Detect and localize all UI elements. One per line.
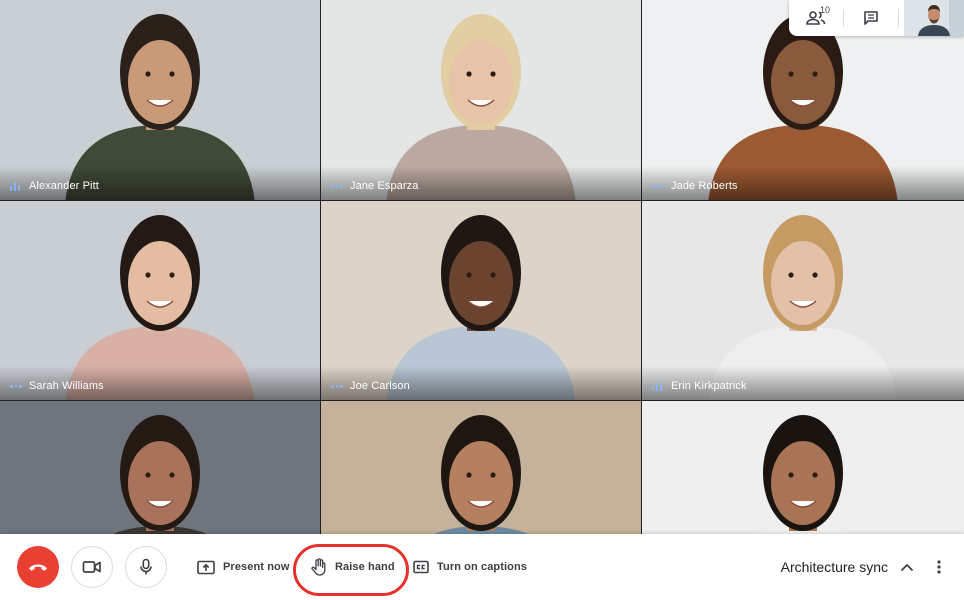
video-camera-icon: [82, 561, 101, 573]
video-feed: [642, 401, 964, 534]
more-options-button[interactable]: [929, 555, 949, 579]
video-feed: [321, 401, 641, 534]
meeting-details-button[interactable]: Architecture sync: [781, 534, 914, 600]
meeting-title: Architecture sync: [780, 559, 888, 575]
participant-tile[interactable]: Sarah Williams: [0, 201, 320, 400]
participant-tile[interactable]: [642, 401, 964, 534]
call-controls-bar: Present now Raise hand Turn on captions …: [0, 534, 964, 600]
participant-tile[interactable]: Erin Kirkpatrick: [642, 201, 964, 400]
participant-tile[interactable]: [0, 401, 320, 534]
participant-figure: [756, 415, 850, 534]
participant-name-tag: Jade Roberts: [652, 180, 738, 192]
participant-name: Jane Esparza: [350, 180, 419, 192]
audio-indicator-icon: [652, 181, 665, 191]
chat-button[interactable]: [844, 0, 898, 36]
microphone-toggle-button[interactable]: [125, 546, 167, 588]
chevron-up-icon: [900, 563, 914, 571]
camera-toggle-button[interactable]: [71, 546, 113, 588]
participant-tile[interactable]: [321, 401, 641, 534]
microphone-icon: [140, 558, 152, 575]
participant-name: Joe Carlson: [350, 380, 410, 392]
chat-icon: [864, 11, 878, 25]
participants-button[interactable]: 10: [789, 0, 843, 36]
participant-figure: [113, 415, 207, 534]
end-call-button[interactable]: [17, 546, 59, 588]
participant-name: Sarah Williams: [29, 380, 104, 392]
audio-indicator-icon: [331, 381, 344, 391]
divider: [898, 9, 899, 27]
participant-count: 10: [820, 5, 831, 15]
participant-name-tag: Joe Carlson: [331, 380, 410, 392]
audio-indicator-icon: [331, 181, 344, 191]
participant-name-tag: Alexander Pitt: [10, 180, 99, 192]
participant-name-tag: Erin Kirkpatrick: [652, 380, 747, 392]
present-now-label: Present now: [223, 561, 290, 573]
present-screen-icon: [197, 560, 215, 574]
top-right-panel: 10: [789, 0, 964, 36]
captions-label: Turn on captions: [437, 561, 528, 573]
participant-name: Erin Kirkpatrick: [671, 380, 747, 392]
captions-button[interactable]: Turn on captions: [413, 534, 527, 600]
audio-indicator-icon: [10, 381, 23, 391]
participant-name-tag: Jane Esparza: [331, 180, 418, 192]
participant-name: Jade Roberts: [671, 180, 738, 192]
participant-name: Alexander Pitt: [29, 180, 99, 192]
participant-tile[interactable]: Joe Carlson: [321, 201, 641, 400]
participant-tile[interactable]: Jane Esparza: [321, 0, 641, 200]
self-view-thumbnail[interactable]: [904, 0, 964, 36]
self-view-image: [904, 0, 964, 36]
audio-indicator-icon: [652, 381, 664, 391]
closed-captions-icon: [413, 560, 429, 574]
participant-name-tag: Sarah Williams: [10, 380, 104, 392]
audio-indicator-icon: [10, 181, 22, 191]
video-feed: [0, 401, 320, 534]
participant-grid: Alexander Pitt Jane Esparza Jade Roberts…: [0, 0, 964, 534]
more-vert-icon: [937, 560, 941, 574]
participant-tile[interactable]: Alexander Pitt: [0, 0, 320, 200]
raise-hand-highlight-annotation: [293, 544, 409, 596]
participant-figure: [434, 415, 528, 534]
end-call-icon: [29, 564, 47, 571]
present-now-button[interactable]: Present now: [197, 534, 290, 600]
